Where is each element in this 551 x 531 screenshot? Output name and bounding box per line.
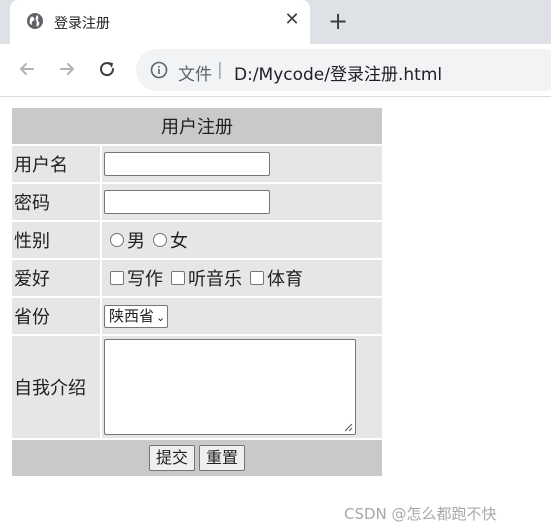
gender-label: 性别	[12, 222, 100, 258]
hobby-music-checkbox[interactable]	[171, 271, 185, 285]
back-button[interactable]	[14, 56, 40, 82]
gender-male-label: 男	[127, 231, 145, 252]
tab-strip: 登录注册 ✕ +	[0, 0, 551, 44]
browser-toolbar: 文件 | D:/Mycode/登录注册.html	[0, 44, 551, 97]
hobby-writing-checkbox[interactable]	[110, 271, 124, 285]
reset-button[interactable]: 重置	[199, 445, 246, 471]
hobby-sports-label: 体育	[267, 269, 303, 290]
gender-female-radio[interactable]	[153, 233, 167, 247]
arrow-right-icon	[60, 63, 74, 75]
province-select[interactable]: 陕西省 ⌄	[104, 304, 169, 328]
chevron-down-icon: ⌄	[156, 310, 166, 324]
address-bar[interactable]: 文件 | D:/Mycode/登录注册.html	[136, 49, 551, 91]
username-label: 用户名	[12, 146, 100, 182]
address-separator: |	[217, 60, 223, 80]
intro-textarea[interactable]	[104, 339, 356, 435]
resize-grip-icon[interactable]	[344, 423, 353, 432]
intro-label: 自我介绍	[12, 336, 100, 438]
globe-icon	[27, 13, 43, 29]
scheme-label: 文件	[178, 65, 212, 85]
watermark: CSDN @怎么都跑不快	[344, 505, 497, 523]
reload-button[interactable]	[94, 56, 120, 82]
new-tab-button[interactable]: +	[325, 8, 351, 34]
gender-female-label: 女	[170, 231, 188, 252]
hobbies-label: 爱好	[12, 260, 100, 296]
province-label: 省份	[12, 298, 100, 334]
url-text[interactable]: D:/Mycode/登录注册.html	[234, 60, 442, 85]
tab-title: 登录注册	[54, 16, 110, 32]
form-caption: 用户注册	[12, 108, 382, 144]
close-tab-icon[interactable]: ✕	[282, 9, 302, 31]
hobby-writing-label: 写作	[127, 269, 163, 290]
hobby-sports-checkbox[interactable]	[250, 271, 264, 285]
submit-button[interactable]: 提交	[148, 445, 195, 471]
password-label: 密码	[12, 184, 100, 220]
arrow-left-icon	[20, 63, 34, 75]
info-icon[interactable]	[150, 61, 168, 79]
form-actions: 提交 重置	[12, 440, 382, 476]
page-content: 用户注册 用户名 密码 性别 男 女 爱好 写作 听音乐 体育 省份 陕西省⌄	[0, 97, 551, 531]
registration-form: 用户注册 用户名 密码 性别 男 女 爱好 写作 听音乐 体育 省份 陕西省⌄	[10, 106, 384, 478]
hobby-music-label: 听音乐	[188, 269, 242, 290]
browser-tab[interactable]: 登录注册 ✕	[10, 0, 310, 44]
gender-male-radio[interactable]	[110, 233, 124, 247]
username-input[interactable]	[104, 152, 270, 176]
province-selected-value: 陕西省	[109, 306, 155, 325]
forward-button[interactable]	[54, 56, 80, 82]
reload-icon	[100, 62, 115, 77]
password-input[interactable]	[104, 190, 270, 214]
